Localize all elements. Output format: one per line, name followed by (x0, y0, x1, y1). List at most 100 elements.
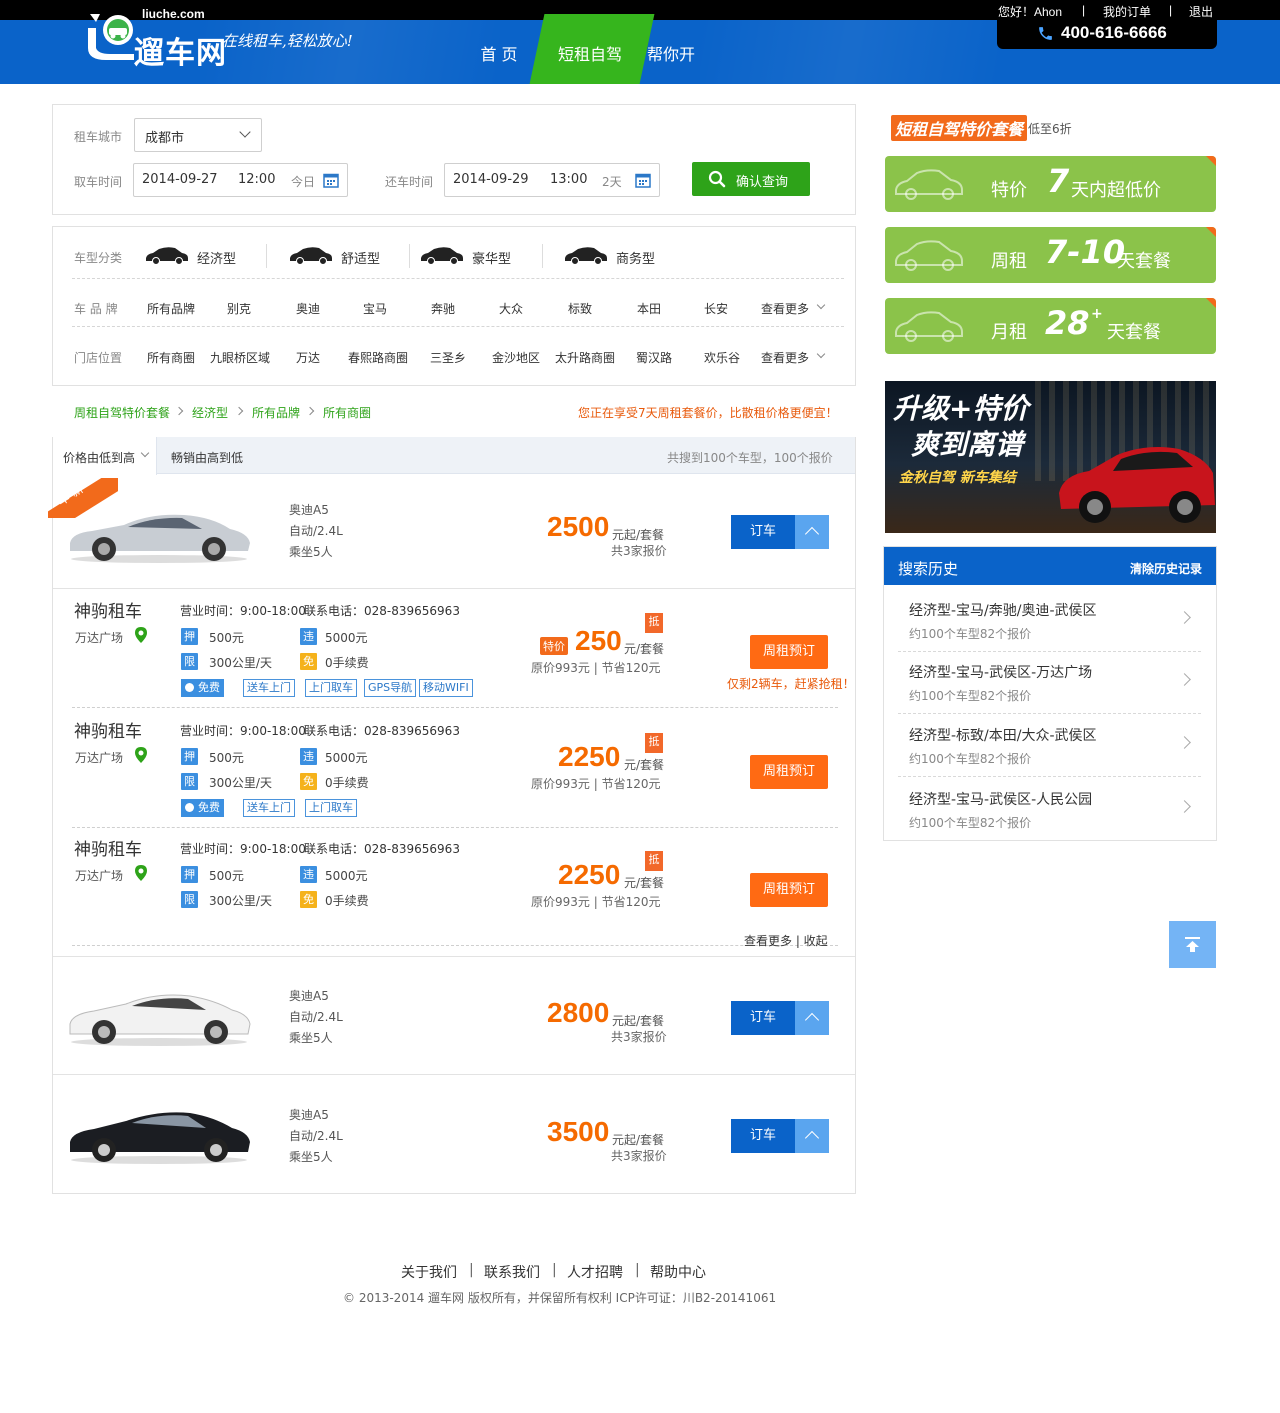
store-location: 万达广场 (75, 869, 124, 883)
calendar-icon[interactable] (323, 172, 339, 188)
store-area-option[interactable]: 金沙地区 (492, 349, 540, 366)
sidebar-title: 短租自驾特价套餐 (891, 115, 1028, 141)
city-select[interactable]: 成都市 (134, 118, 262, 152)
service-tag: GPS导航 (364, 679, 417, 697)
car-type-option[interactable]: 豪华型 (472, 248, 511, 267)
brand-option[interactable]: 大众 (499, 300, 523, 317)
nav-driver-service[interactable]: 帮你开 (640, 20, 702, 84)
violation-tag: 违 (300, 866, 317, 883)
promo-banner[interactable]: 升级+特价 爽到离谱 金秋自驾 新车集结 (885, 381, 1216, 533)
location-pin-icon[interactable] (135, 865, 147, 881)
footer-careers-link[interactable]: 人才招聘 (567, 1262, 623, 1282)
weekly-book-button[interactable]: 周租预订 (750, 635, 828, 669)
chevron-down-icon (140, 448, 150, 458)
book-car-button[interactable]: 订车 (731, 1001, 829, 1035)
sort-price-tab[interactable]: 价格由低到高 (53, 437, 157, 475)
book-car-label[interactable]: 订车 (731, 1119, 795, 1153)
calendar-icon[interactable] (635, 172, 651, 188)
book-car-label[interactable]: 订车 (731, 515, 795, 549)
weekly-book-button[interactable]: 周租预订 (750, 873, 828, 907)
book-car-label[interactable]: 订车 (731, 1001, 795, 1035)
car-image[interactable] (66, 986, 252, 1048)
store-area-option[interactable]: 九眼桥区域 (210, 349, 270, 366)
store-area-option[interactable]: 春熙路商圈 (348, 349, 408, 366)
search-submit-button[interactable]: 确认查询 (692, 162, 810, 196)
show-more-toggle[interactable]: 查看更多 | 收起 (744, 932, 828, 949)
promo-card-0[interactable]: 特价 7 天内超低价 (885, 156, 1216, 212)
history-item[interactable]: 经济型-宝马-武侯区-人民公园 (909, 789, 1092, 809)
store-area-option[interactable]: 所有商圈 (147, 349, 195, 366)
book-car-button[interactable]: 订车 (731, 515, 829, 549)
store-more-link[interactable]: 查看更多 (761, 349, 809, 366)
breadcrumb-item[interactable]: 所有品牌 (252, 404, 300, 421)
store-area-option[interactable]: 蜀汉路 (636, 349, 672, 366)
car-type-icon (290, 247, 332, 265)
store-name[interactable]: 神驹租车 (74, 597, 142, 622)
footer-separator: | (635, 1262, 640, 1278)
back-to-top-button[interactable] (1169, 921, 1216, 968)
brand-option[interactable]: 奔驰 (431, 300, 455, 317)
promo-corner (1206, 298, 1216, 308)
footer-separator: | (552, 1262, 557, 1278)
breadcrumb-item[interactable]: 周租自驾特价套餐 (74, 404, 170, 421)
discount-ribbon: 抵 (645, 851, 663, 871)
history-item[interactable]: 经济型-标致/本田/大众-武侯区 (909, 725, 1097, 745)
brand-option[interactable]: 奥迪 (296, 300, 320, 317)
return-datetime-input[interactable]: 2014-09-29 13:00 2天 (444, 163, 660, 197)
collapse-toggle[interactable] (795, 515, 829, 549)
brand-more-link[interactable]: 查看更多 (761, 300, 809, 317)
pickup-date: 2014-09-27 (142, 172, 218, 187)
brand-option[interactable]: 本田 (637, 300, 661, 317)
store-area-option[interactable]: 太升路商圈 (555, 349, 615, 366)
footer-contact-link[interactable]: 联系我们 (484, 1262, 540, 1282)
promo-notice: 您正在享受7天周租套餐价，比散租价格更便宜！ (578, 406, 838, 420)
store-area-option[interactable]: 万达 (296, 349, 320, 366)
car-type-option[interactable]: 舒适型 (341, 248, 380, 267)
return-date: 2014-09-29 (453, 172, 529, 187)
store-name[interactable]: 神驹租车 (74, 835, 142, 860)
store-hours: 营业时间：9:00-18:00 (180, 724, 306, 738)
brand-option[interactable]: 长安 (704, 300, 728, 317)
nav-short-rent[interactable]: 短租自驾 (550, 20, 630, 84)
book-car-button[interactable]: 订车 (731, 1119, 829, 1153)
divider (898, 776, 1201, 777)
car-image[interactable] (66, 505, 252, 565)
car-price: 3500 (547, 1116, 610, 1147)
footer-about-link[interactable]: 关于我们 (401, 1262, 457, 1282)
special-price-badge: 特价 (540, 637, 568, 655)
hotline-number[interactable]: 400-616-6666 (1061, 23, 1167, 43)
brand-option[interactable]: 标致 (568, 300, 592, 317)
logo-icon[interactable] (84, 4, 138, 60)
divider (72, 827, 838, 828)
location-pin-icon[interactable] (135, 627, 147, 643)
clear-history-link[interactable]: 清除历史记录 (1130, 560, 1202, 577)
brand-option[interactable]: 所有品牌 (147, 300, 195, 317)
store-area-option[interactable]: 欢乐谷 (704, 349, 740, 366)
footer-help-link[interactable]: 帮助中心 (650, 1262, 706, 1282)
violation-deposit: 5000元 (325, 869, 368, 883)
breadcrumb-item[interactable]: 经济型 (192, 404, 228, 421)
history-item[interactable]: 经济型-宝马-武侯区-万达广场 (909, 662, 1092, 682)
pickup-datetime-input[interactable]: 2014-09-27 12:00 今日 (133, 163, 348, 197)
nav-home[interactable]: 首 页 (470, 20, 528, 84)
car-type-option[interactable]: 商务型 (616, 248, 655, 267)
weekly-book-button[interactable]: 周租预订 (750, 755, 828, 789)
car-type-icon (565, 247, 607, 265)
history-item-count: 约100个车型82个报价 (909, 689, 1032, 703)
promo-card-2[interactable]: 月租 28 + 天套餐 (885, 298, 1216, 354)
brand-option[interactable]: 别克 (227, 300, 251, 317)
promo-card-1[interactable]: 周租 7-10 天套餐 (885, 227, 1216, 283)
location-pin-icon[interactable] (135, 747, 147, 763)
expand-toggle[interactable] (795, 1001, 829, 1035)
breadcrumb-item[interactable]: 所有商圈 (323, 404, 371, 421)
car-image[interactable] (66, 1104, 252, 1166)
history-item[interactable]: 经济型-宝马/奔驰/奥迪-武侯区 (909, 600, 1097, 620)
store-area-option[interactable]: 三圣乡 (430, 349, 466, 366)
store-name[interactable]: 神驹租车 (74, 717, 142, 742)
car-type-option[interactable]: 经济型 (197, 248, 236, 267)
sort-price-label: 价格由低到高 (63, 451, 136, 465)
store-filter-label: 门店位置 (74, 351, 123, 365)
brand-option[interactable]: 宝马 (363, 300, 387, 317)
sort-sales-tab[interactable]: 畅销由高到低 (171, 449, 243, 466)
expand-toggle[interactable] (795, 1119, 829, 1153)
